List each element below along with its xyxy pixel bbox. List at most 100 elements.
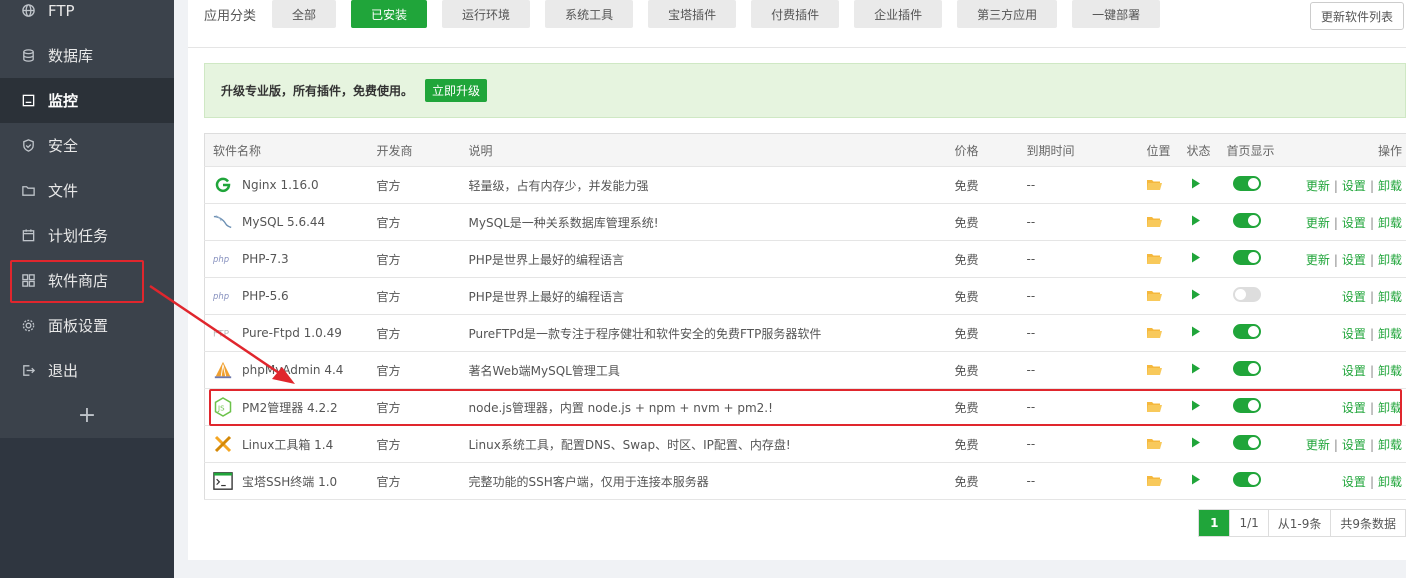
settings-link[interactable]: 设置 [1342,327,1366,341]
separator: | [1369,363,1374,378]
cell-description: PHP是世界上最好的编程语言 [460,240,947,278]
cell-expire: -- [1018,425,1139,463]
cell-name: MySQL 5.6.44 [204,203,369,241]
cell-expire: -- [1018,203,1139,241]
settings-link[interactable]: 设置 [1342,401,1366,415]
sidebar-item-label: 安全 [48,137,79,155]
header-developer: 开发商 [368,133,461,167]
home-display-toggle[interactable] [1232,176,1261,191]
sidebar-item-8[interactable]: 退出 [0,348,174,393]
page-current[interactable]: 1 [1199,510,1230,536]
home-display-toggle[interactable] [1232,435,1261,450]
play-icon[interactable] [1187,363,1201,374]
category-tab-7[interactable]: 第三方应用 [957,0,1058,28]
sidebar-item-4[interactable]: 文件 [0,168,174,213]
sidebar-item-7[interactable]: 面板设置 [0,303,174,348]
home-display-toggle[interactable] [1232,250,1261,265]
uninstall-link[interactable]: 卸载 [1378,179,1402,193]
play-icon[interactable] [1187,437,1201,448]
folder-icon[interactable] [1146,253,1179,265]
add-menu-button[interactable]: + [0,393,174,438]
category-tab-5[interactable]: 付费插件 [751,0,840,28]
folder-icon[interactable] [1146,364,1179,376]
play-icon[interactable] [1187,215,1201,226]
uninstall-link[interactable]: 卸载 [1378,364,1402,378]
cell-location [1138,462,1179,500]
logout-icon [20,363,36,379]
category-tab-2[interactable]: 运行环境 [442,0,531,28]
refresh-list-button[interactable]: 更新软件列表 [1309,2,1404,30]
folder-icon[interactable] [1146,475,1179,487]
folder-icon[interactable] [1146,327,1179,339]
play-icon[interactable] [1187,252,1201,263]
uninstall-link[interactable]: 卸载 [1378,401,1402,415]
uninstall-link[interactable]: 卸载 [1378,290,1402,304]
folder-icon[interactable] [1146,216,1179,228]
globe-icon [20,3,36,19]
play-icon[interactable] [1187,178,1201,189]
pagination: 1 1/1 从1-9条 共9条数据 [1198,509,1406,537]
category-tab-1[interactable]: 已安装 [351,0,428,28]
play-icon[interactable] [1187,289,1201,300]
settings-link[interactable]: 设置 [1342,438,1366,452]
table-row: php PHP-7.3 官方 PHP是世界上最好的编程语言 免费 -- 更新 | 设置 | 卸载 [204,240,1406,278]
cell-status [1178,203,1219,241]
software-table: 软件名称 开发商 说明 价格 到期时间 位置 状态 首页显示 操作 Nginx … [204,133,1406,500]
cell-operations: 更新 | 设置 | 卸载 [1292,203,1406,241]
cell-name: JS PM2管理器 4.2.2 [204,388,369,426]
cell-price: 免费 [946,277,1019,315]
cell-expire: -- [1018,314,1139,352]
home-display-toggle[interactable] [1232,324,1261,339]
settings-link[interactable]: 设置 [1342,253,1366,267]
monitor-icon [20,93,36,109]
sidebar-item-0[interactable]: FTP [0,0,174,33]
folder-icon[interactable] [1146,179,1179,191]
table-row: FTP Pure-Ftpd 1.0.49 官方 PureFTPd是一款专注于程序健壮和… [204,314,1406,352]
home-display-toggle[interactable] [1232,287,1261,302]
separator: | [1333,252,1338,267]
category-tab-6[interactable]: 企业插件 [854,0,943,28]
uninstall-link[interactable]: 卸载 [1378,327,1402,341]
category-tab-8[interactable]: 一键部署 [1072,0,1161,28]
settings-link[interactable]: 设置 [1342,179,1366,193]
home-display-toggle[interactable] [1232,472,1261,487]
update-link[interactable]: 更新 [1306,253,1330,267]
play-icon[interactable] [1187,326,1201,337]
uninstall-link[interactable]: 卸载 [1378,475,1402,489]
update-link[interactable]: 更新 [1306,438,1330,452]
category-tab-3[interactable]: 系统工具 [545,0,634,28]
cell-expire: -- [1018,166,1139,204]
play-icon[interactable] [1187,400,1201,411]
cell-home [1218,277,1293,315]
folder-icon[interactable] [1146,290,1179,302]
svg-text:JS: JS [217,405,225,413]
update-link[interactable]: 更新 [1306,179,1330,193]
sidebar-item-5[interactable]: 计划任务 [0,213,174,258]
sidebar-item-2[interactable]: 监控 [0,78,174,123]
folder-icon[interactable] [1146,401,1179,413]
play-icon[interactable] [1187,474,1201,485]
page-count: 1/1 [1229,510,1267,536]
home-display-toggle[interactable] [1232,361,1261,376]
header-name: 软件名称 [204,133,369,167]
upgrade-button[interactable]: 立即升级 [425,79,488,102]
uninstall-link[interactable]: 卸载 [1378,216,1402,230]
category-tab-0[interactable]: 全部 [272,0,337,28]
folder-icon[interactable] [1146,438,1179,450]
software-name: Nginx 1.16.0 [242,178,319,192]
home-display-toggle[interactable] [1232,398,1261,413]
category-tab-4[interactable]: 宝塔插件 [648,0,737,28]
settings-link[interactable]: 设置 [1342,475,1366,489]
sidebar-item-label: 文件 [48,182,79,200]
uninstall-link[interactable]: 卸载 [1378,438,1402,452]
settings-link[interactable]: 设置 [1342,290,1366,304]
uninstall-link[interactable]: 卸载 [1378,253,1402,267]
sidebar-item-3[interactable]: 安全 [0,123,174,168]
home-display-toggle[interactable] [1232,213,1261,228]
settings-link[interactable]: 设置 [1342,216,1366,230]
update-link[interactable]: 更新 [1306,216,1330,230]
cell-price: 免费 [946,314,1019,352]
sidebar-item-1[interactable]: 数据库 [0,33,174,78]
settings-link[interactable]: 设置 [1342,364,1366,378]
sidebar-item-label: FTP [48,1,75,20]
